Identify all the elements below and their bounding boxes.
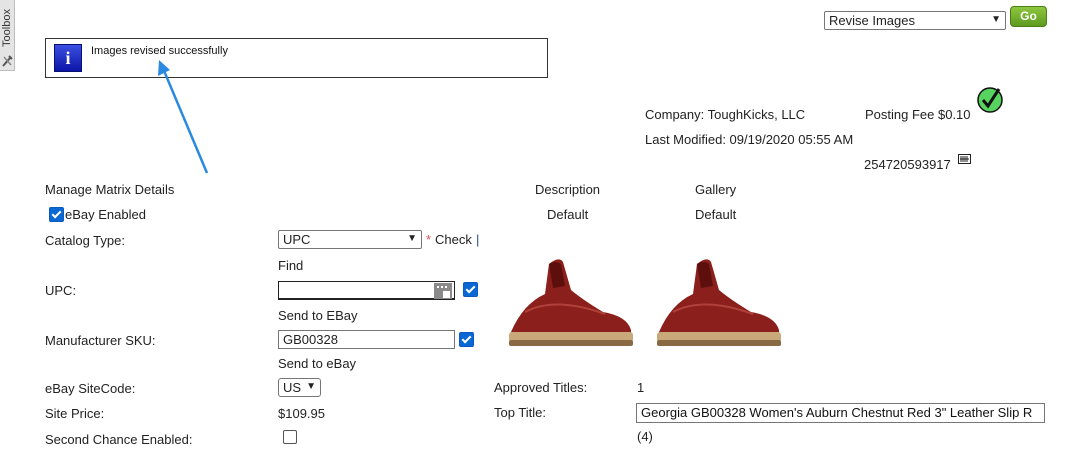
- go-button[interactable]: Go: [1010, 6, 1047, 27]
- status-check-icon: [977, 87, 1003, 113]
- description-image[interactable]: [505, 252, 635, 352]
- send-to-ebay-label: Send to eBay: [278, 356, 357, 371]
- site-code-value: US: [283, 380, 302, 395]
- upc-input[interactable]: [278, 281, 455, 300]
- upc-send-checkbox[interactable]: [463, 282, 478, 297]
- title-char-count: (4): [637, 429, 653, 444]
- posting-fee-text: Posting Fee $0.10: [865, 107, 971, 122]
- second-chance-checkbox[interactable]: [283, 430, 297, 444]
- link-separator: |: [476, 232, 480, 247]
- site-price-label: Site Price:: [45, 406, 105, 421]
- ebay-enabled-label: eBay Enabled: [65, 207, 146, 222]
- message-box: i Images revised successfully: [45, 38, 548, 78]
- catalog-type-value: UPC: [283, 232, 311, 247]
- keyboard-icon[interactable]: [434, 283, 452, 299]
- action-select[interactable]: Revise Images ▼: [824, 11, 1006, 30]
- upc-label: UPC:: [45, 283, 77, 298]
- site-code-select[interactable]: US ▼: [278, 378, 321, 397]
- top-title-value: Georgia GB00328 Women's Auburn Chestnut …: [641, 405, 1033, 420]
- site-price-value: $109.95: [278, 406, 325, 421]
- approved-titles-count[interactable]: 1: [637, 380, 644, 395]
- approved-titles-label: Approved Titles:: [494, 380, 588, 395]
- gallery-image[interactable]: [653, 252, 783, 352]
- manufacturer-sku-value: GB00328: [283, 332, 338, 347]
- action-select-value: Revise Images: [829, 13, 915, 28]
- find-link[interactable]: Find: [278, 258, 303, 273]
- catalog-type-label: Catalog Type:: [45, 233, 125, 248]
- check-link[interactable]: Check: [435, 232, 472, 247]
- site-code-label: eBay SiteCode:: [45, 381, 136, 396]
- item-id-link[interactable]: 254720593917: [864, 157, 951, 172]
- chevron-down-icon: ▼: [991, 14, 1001, 25]
- last-modified-text: Last Modified: 09/19/2020 05:55 AM: [645, 132, 854, 147]
- second-chance-label: Second Chance Enabled:: [45, 432, 193, 447]
- chevron-down-icon: ▼: [407, 233, 417, 244]
- catalog-type-select[interactable]: UPC ▼: [278, 230, 422, 249]
- message-text: Images revised successfully: [91, 45, 228, 57]
- required-star: *: [426, 232, 432, 247]
- description-header: Description: [535, 182, 601, 197]
- manage-matrix-link[interactable]: Manage Matrix Details: [45, 182, 174, 197]
- chevron-down-icon: ▼: [306, 381, 316, 392]
- gallery-default: Default: [695, 207, 737, 222]
- description-default: Default: [547, 207, 589, 222]
- manufacturer-sku-input[interactable]: GB00328: [278, 330, 455, 349]
- top-title-label: Top Title:: [494, 405, 547, 420]
- gallery-header: Gallery: [695, 182, 737, 197]
- sku-send-checkbox[interactable]: [459, 332, 474, 347]
- top-title-input[interactable]: Georgia GB00328 Women's Auburn Chestnut …: [636, 403, 1045, 423]
- info-icon: i: [54, 44, 82, 72]
- annotation-arrow: [158, 60, 209, 174]
- manufacturer-sku-label: Manufacturer SKU:: [45, 333, 156, 348]
- ebay-enabled-checkbox[interactable]: [49, 207, 64, 222]
- toolbox-tab[interactable]: Toolbox: [0, 0, 15, 71]
- toolbox-icon: [2, 55, 13, 67]
- toolbox-label: Toolbox: [1, 9, 13, 47]
- company-text: Company: ToughKicks, LLC: [645, 107, 806, 122]
- send-to-ebay-label: Send to EBay: [278, 308, 358, 323]
- barcode-icon[interactable]: [958, 154, 971, 164]
